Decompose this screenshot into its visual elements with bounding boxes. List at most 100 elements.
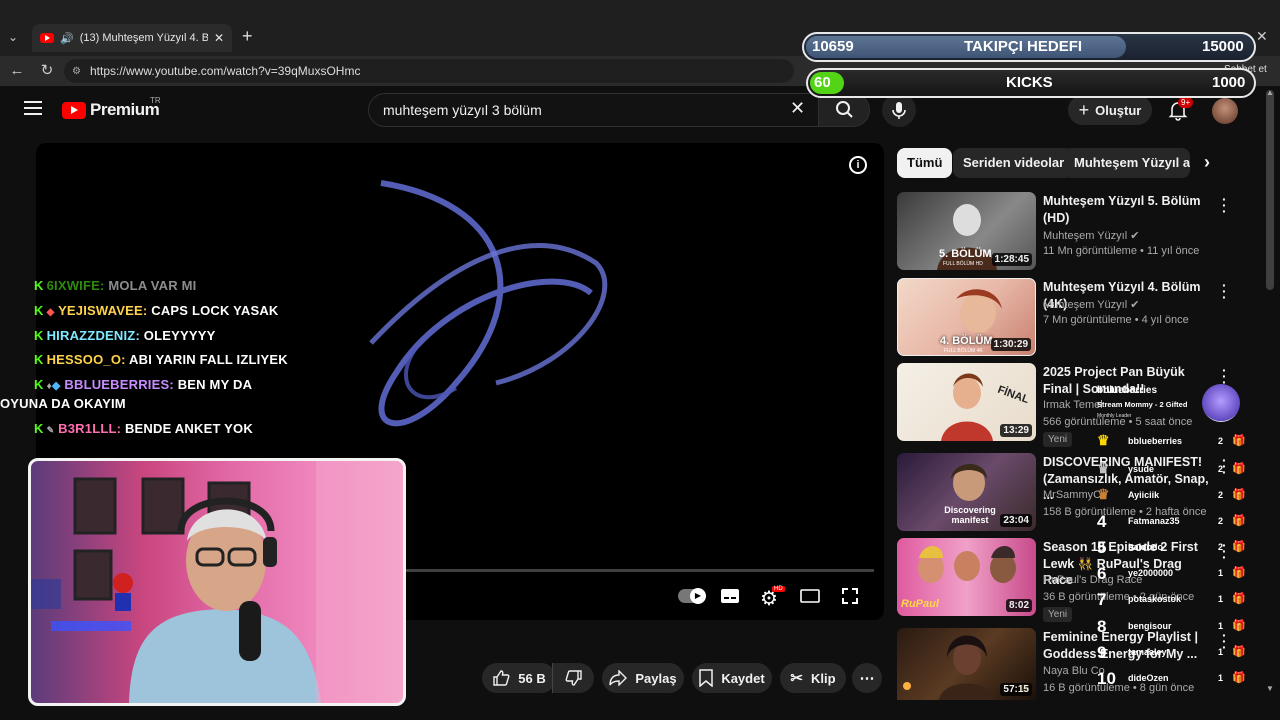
follower-target: 15000 — [1202, 38, 1244, 55]
hd-badge: HD — [772, 586, 785, 592]
info-icon[interactable]: i — [849, 156, 867, 174]
url-text: https://www.youtube.com/watch?v=39qMuxsO… — [90, 64, 361, 78]
leaderboard-name: Ayiiciik — [1128, 490, 1160, 500]
chat-text-continued: OYUNA DA OKAYIM — [0, 396, 126, 411]
like-button[interactable]: 56 B — [482, 663, 556, 693]
badge-icon: ◆ — [46, 307, 55, 318]
microphone-icon — [892, 102, 906, 119]
chat-username: YEJISWAVEE: — [58, 303, 148, 318]
dislike-button[interactable] — [552, 663, 594, 693]
thumbnail-text: 4. BÖLÜM — [940, 335, 993, 347]
share-button[interactable]: Paylaş — [602, 663, 684, 693]
chip-all[interactable]: Tümü — [897, 148, 953, 178]
search-icon — [836, 101, 853, 118]
video-thumbnail[interactable]: 57:15 — [897, 628, 1036, 700]
channel-name-text: Irmak Temel — [1043, 399, 1103, 411]
audio-icon[interactable]: 🔊 — [60, 32, 74, 45]
create-button[interactable]: + Oluştur — [1068, 95, 1152, 125]
video-thumbnail[interactable]: Discovering manifest 23:04 — [897, 453, 1036, 531]
leaderboard-row: 9 tamaaley 1 🎁 — [1092, 643, 1246, 665]
close-tab-icon[interactable]: ✕ — [214, 31, 224, 45]
scroll-up-arrow-icon[interactable]: ▲ — [1266, 88, 1274, 97]
channel-name[interactable]: Muhteşem Yüzyıl ✔ — [1043, 298, 1139, 311]
account-avatar[interactable] — [1212, 98, 1238, 124]
clip-button[interactable]: ✂ Klip — [780, 663, 846, 693]
scroll-down-arrow-icon[interactable]: ▼ — [1266, 684, 1274, 693]
close-window-icon[interactable]: ✕ — [1256, 28, 1268, 45]
save-button[interactable]: Kaydet — [692, 663, 772, 693]
bookmark-icon — [699, 669, 714, 687]
more-options-icon[interactable]: · · · — [1222, 278, 1227, 304]
share-label: Paylaş — [635, 670, 677, 686]
kick-icon: K — [34, 328, 44, 343]
video-thumbnail[interactable]: RuPaul 8:02 — [897, 538, 1036, 616]
plus-icon: + — [1078, 99, 1090, 120]
youtube-logo[interactable]: Premium TR — [62, 96, 161, 120]
video-thumbnail[interactable]: 4. BÖLÜM FULL BÖLÜM 4K 1:30:29 — [897, 278, 1036, 356]
channel-name[interactable]: Muhteşem Yüzyıl ✔ — [1043, 229, 1139, 242]
settings-button[interactable]: ⚙ HD — [760, 586, 785, 611]
theater-mode-button[interactable] — [800, 588, 820, 608]
leaderboard-count: 1 — [1218, 647, 1224, 657]
leaderboard-leader-name: bblueberries — [1097, 385, 1158, 396]
fullscreen-button[interactable] — [842, 588, 858, 608]
browser-tab[interactable]: 🔊 (13) Muhteşem Yüzyıl 4. Bölüm ✕ — [32, 24, 232, 52]
search-input[interactable]: muhteşem yüzyıl 3 bölüm — [368, 93, 820, 127]
gift-icon: 🎁 — [1232, 672, 1246, 684]
tab-title: (13) Muhteşem Yüzyıl 4. Bölüm — [79, 32, 208, 44]
autoplay-toggle[interactable]: ▶ — [678, 588, 706, 604]
subtitles-button[interactable] — [720, 588, 740, 608]
chat-username: 6IXWIFE: — [46, 278, 105, 293]
video-duration: 23:04 — [1000, 514, 1032, 527]
leaderboard-name: tamaaley — [1128, 647, 1167, 657]
leaderboard-row: 8 bengisour 1 🎁 — [1092, 617, 1246, 639]
chip-series-videos[interactable]: Seriden videolar — [953, 148, 1075, 178]
kick-icon: K — [34, 278, 44, 293]
crown-icon: ♛ — [1097, 486, 1110, 502]
create-label: Oluştur — [1095, 102, 1142, 118]
leaderboard-count: 2 — [1218, 464, 1224, 474]
leaderboard-name: ysude — [1128, 464, 1155, 474]
gift-icon: 🎁 — [1232, 515, 1246, 527]
chip-channel[interactable]: Muhteşem Yüzyıl adl — [1064, 148, 1190, 178]
chat-text: BENDE ANKET YOK — [124, 421, 253, 436]
channel-name-text: Muhteşem Yüzyıl — [1043, 230, 1128, 242]
more-horizontal-icon: ⋯ — [859, 670, 875, 687]
leaderboard-count: 1 — [1218, 568, 1224, 578]
kick-icon: K — [34, 303, 44, 318]
thumbnail-subtext: FULL BÖLÜM 4K — [944, 348, 983, 354]
leaderboard-rank: 7 — [1097, 590, 1107, 609]
chips-next-icon[interactable]: › — [1204, 152, 1210, 173]
leaderboard-row: ♛ ysude 2 🎁 — [1092, 460, 1246, 482]
clear-search-icon[interactable]: ✕ — [790, 98, 805, 119]
thumbs-down-icon — [565, 670, 582, 686]
more-options-icon[interactable]: · · · — [1222, 192, 1227, 218]
webcam-feed — [28, 458, 406, 706]
more-options-icon[interactable]: · · · — [1222, 363, 1227, 389]
video-title[interactable]: Muhteşem Yüzyıl 5. Bölüm (HD) — [1043, 193, 1211, 226]
video-thumbnail[interactable]: 5. BÖLÜM FULL BÖLÜM HD 1:28:45 — [897, 192, 1036, 270]
leaderboard-rank: 6 — [1097, 564, 1107, 583]
voice-search-button[interactable] — [882, 93, 916, 127]
tab-list-dropdown[interactable]: ⌄ — [8, 30, 18, 44]
autoplay-play-icon: ▶ — [690, 588, 706, 604]
gift-icon: 🎁 — [1232, 567, 1246, 579]
leaderboard-rank: 5 — [1097, 538, 1107, 557]
site-info-icon[interactable]: ⚙ — [72, 66, 81, 77]
search-button[interactable] — [818, 93, 870, 127]
like-count: 56 B — [518, 670, 546, 686]
gift-icon: 🎁 — [1232, 593, 1246, 605]
url-field[interactable]: ⚙ https://www.youtube.com/watch?v=39qMux… — [64, 59, 794, 83]
new-badge: Yeni — [1043, 607, 1073, 622]
leaderboard-row: ♛ Ayiiciik 2 🎁 — [1092, 486, 1246, 508]
video-thumbnail[interactable]: FİNAL 13:29 — [897, 363, 1036, 441]
menu-icon[interactable] — [24, 101, 42, 115]
channel-name[interactable]: Irmak Temel — [1043, 399, 1103, 411]
page-scrollbar[interactable] — [1266, 90, 1274, 290]
leaderboard-count: 2 — [1218, 542, 1224, 552]
leaderboard-leader-avatar — [1202, 384, 1240, 422]
back-button[interactable]: ← — [6, 60, 28, 82]
more-actions-button[interactable]: ⋯ — [852, 663, 882, 693]
reload-button[interactable]: ↻ — [36, 60, 58, 82]
new-tab-button[interactable]: + — [242, 26, 253, 47]
